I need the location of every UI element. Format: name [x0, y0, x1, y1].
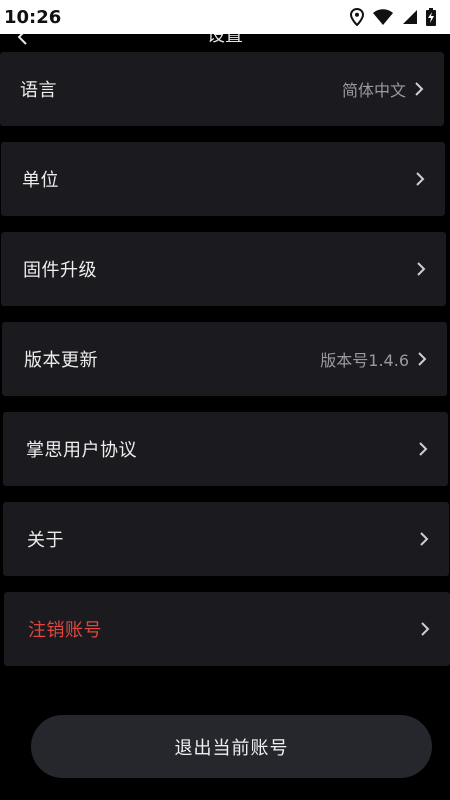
- settings-item-right: [411, 532, 429, 546]
- page-title: 设置: [207, 34, 243, 46]
- chevron-right-icon: [416, 172, 425, 186]
- settings-screen: 10:26 设置 语言 简体中文 单位 固件升级 版本更新 版本号1.4.6 掌…: [0, 0, 450, 800]
- settings-item-right: [412, 622, 430, 636]
- cellular-signal-icon: [403, 10, 417, 24]
- settings-item-version-update[interactable]: 版本更新 版本号1.4.6: [2, 322, 447, 396]
- settings-item-unit[interactable]: 单位: [1, 142, 445, 216]
- settings-item-label: 单位: [22, 170, 59, 191]
- settings-item-firmware-upgrade[interactable]: 固件升级: [1, 232, 446, 306]
- chevron-right-icon: [415, 82, 424, 96]
- settings-item-label: 版本更新: [24, 350, 98, 371]
- settings-item-right: 版本号1.4.6: [320, 347, 427, 371]
- battery-charging-icon: [426, 8, 436, 26]
- settings-item-language[interactable]: 语言 简体中文: [0, 52, 444, 126]
- settings-item-delete-account[interactable]: 注销账号: [4, 592, 450, 666]
- chevron-right-icon: [420, 532, 429, 546]
- settings-item-label: 关于: [27, 530, 64, 551]
- chevron-right-icon: [418, 352, 427, 366]
- settings-item-label: 掌思用户协议: [26, 440, 137, 461]
- settings-item-about[interactable]: 关于: [3, 502, 449, 576]
- status-icons: [350, 8, 436, 26]
- settings-item-right: [407, 172, 425, 186]
- settings-item-label: 固件升级: [23, 260, 97, 281]
- settings-item-user-agreement[interactable]: 掌思用户协议: [3, 412, 448, 486]
- status-time: 10:26: [4, 6, 62, 28]
- wifi-icon: [373, 9, 393, 25]
- settings-item-label: 语言: [20, 80, 57, 101]
- language-value: 简体中文: [341, 81, 406, 100]
- chevron-right-icon: [417, 262, 426, 276]
- status-bar: 10:26: [0, 0, 450, 34]
- logout-button[interactable]: 退出当前账号: [31, 715, 432, 778]
- version-value: 版本号1.4.6: [320, 351, 409, 370]
- settings-item-right: [410, 442, 428, 456]
- settings-item-right: 简体中文: [342, 77, 424, 101]
- settings-item-label: 注销账号: [28, 620, 102, 641]
- location-icon: [350, 8, 364, 26]
- settings-item-right: [408, 262, 426, 276]
- chevron-right-icon: [419, 442, 428, 456]
- nav-bar: 设置: [0, 34, 450, 50]
- chevron-right-icon: [421, 622, 430, 636]
